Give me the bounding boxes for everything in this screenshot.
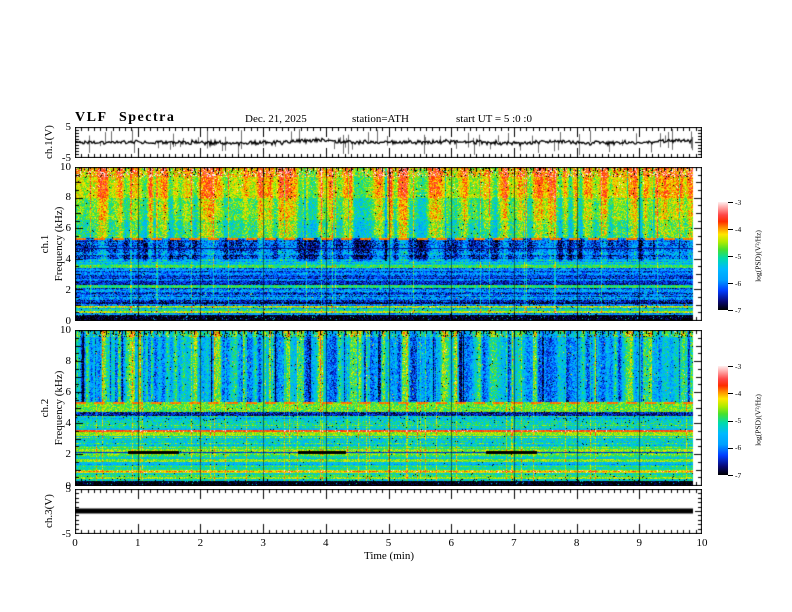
ch1-frequency-axis-label: Frequency (kHz) (53, 206, 65, 282)
figure-date: Dec. 21, 2025 (245, 113, 307, 125)
y-tick-label: 10 (60, 160, 71, 173)
x-tick-label: 6 (448, 537, 454, 549)
colorbar-tick-label: -6 (735, 443, 742, 453)
colorbar-tick (728, 366, 733, 367)
figure-start-ut: start UT = 5 :0 :0 (456, 113, 532, 125)
colorbar-tick (728, 310, 733, 311)
colorbar-tick-label: -5 (735, 251, 742, 261)
y-tick-label: 10 (60, 323, 71, 336)
y-tick-label: 5 (65, 482, 72, 495)
x-tick-label: 8 (573, 537, 580, 549)
x-tick-label: 2 (197, 537, 204, 549)
y-tick-label: 8 (65, 354, 72, 367)
colorbar-ch2-label: log(PSD)(V²/Hz) (753, 394, 763, 446)
ch2-spectrogram-channel-label: ch.2 (39, 398, 51, 418)
ch3-voltage-axis-label: ch.3(V) (43, 494, 55, 528)
colorbar-tick-label: -3 (735, 361, 742, 371)
colorbar-ch1 (718, 202, 728, 310)
y-tick-label: 4 (65, 252, 72, 265)
x-tick-label: 9 (636, 537, 643, 549)
colorbar-tick-label: -5 (735, 416, 742, 425)
colorbar-tick-label: -4 (735, 388, 742, 398)
vlf-spectra-figure: VLF Spectra Dec. 21, 2025 station=ATH st… (0, 0, 792, 612)
colorbar-tick (728, 283, 733, 284)
y-tick-label: 5 (65, 120, 72, 133)
ch1-spectrogram-channel-label: ch.1 (39, 234, 51, 254)
colorbar-ch2 (718, 366, 728, 475)
x-tick-label: 4 (323, 537, 329, 549)
colorbar-tick-label: -7 (735, 305, 742, 315)
x-tick-label: 1 (134, 537, 141, 549)
colorbar-tick-label: -3 (735, 197, 742, 207)
ch2-frequency-axis-label: Frequency (kHz) (53, 370, 65, 446)
x-tick-label: 3 (260, 537, 266, 549)
ch3-waveform-panel (75, 489, 702, 534)
figure-station: station=ATH (352, 113, 409, 125)
ch2-spectrogram-panel (75, 330, 702, 486)
colorbar-tick (728, 475, 733, 476)
colorbar-tick-label: -7 (735, 470, 742, 480)
y-tick-label: 2 (65, 283, 72, 296)
colorbar-tick (728, 202, 733, 203)
colorbar-tick-label: -6 (735, 278, 742, 288)
colorbar-tick (728, 393, 733, 395)
colorbar-tick (728, 420, 733, 422)
y-tick-label: 8 (65, 191, 72, 204)
x-tick-label: 10 (696, 537, 708, 549)
y-tick-label: 6 (65, 385, 72, 398)
colorbar-tick (728, 447, 733, 449)
ch1-waveform-panel (75, 127, 702, 158)
figure-title: VLF Spectra (75, 110, 176, 125)
ch1-spectrogram-panel (75, 167, 702, 321)
x-tick-label: 7 (511, 537, 517, 549)
colorbar-ch1-label: log(PSD)(V²/Hz) (753, 230, 763, 282)
y-tick-label: 6 (65, 222, 72, 235)
time-axis-label: Time (min) (363, 550, 414, 562)
colorbar-tick (728, 256, 733, 257)
colorbar-tick (728, 229, 733, 230)
y-tick-label: -5 (61, 527, 71, 540)
y-tick-label: 4 (65, 417, 72, 430)
x-tick-label: 5 (385, 537, 392, 549)
y-tick-label: 2 (65, 448, 72, 461)
colorbar-tick-label: -4 (735, 224, 742, 234)
